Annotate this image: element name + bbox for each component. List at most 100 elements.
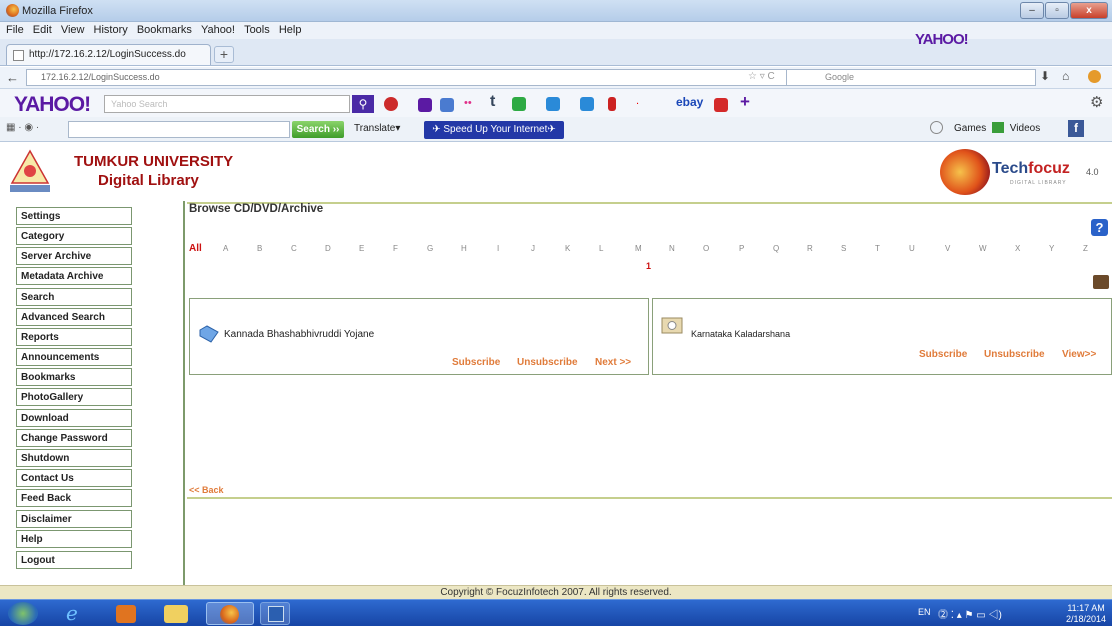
- unsubscribe-link[interactable]: Unsubscribe: [984, 349, 1045, 360]
- media-player-icon[interactable]: [116, 605, 136, 623]
- alpha-v[interactable]: V: [945, 244, 950, 253]
- sidebar-item-settings[interactable]: Settings: [16, 207, 132, 225]
- alpha-w[interactable]: W: [979, 244, 987, 253]
- sidebar-item-disclaimer[interactable]: Disclaimer: [16, 510, 132, 528]
- alpha-i[interactable]: I: [497, 244, 499, 253]
- home-icon[interactable]: [1093, 275, 1109, 289]
- weather-icon[interactable]: [546, 97, 560, 111]
- alpha-e[interactable]: E: [359, 244, 364, 253]
- alpha-d[interactable]: D: [325, 244, 331, 253]
- language-indicator[interactable]: EN: [918, 607, 931, 617]
- view-link[interactable]: View>>: [1062, 349, 1096, 360]
- alpha-t[interactable]: T: [875, 244, 880, 253]
- sidebar-item-announcements[interactable]: Announcements: [16, 348, 132, 366]
- yahoo-search-input[interactable]: Yahoo Search: [104, 95, 350, 113]
- news-icon[interactable]: [384, 97, 398, 111]
- menu-help[interactable]: Help: [279, 22, 302, 39]
- unsubscribe-link[interactable]: Unsubscribe: [517, 357, 578, 368]
- sidebar-item-contact-us[interactable]: Contact Us: [16, 469, 132, 487]
- subscribe-link[interactable]: Subscribe: [452, 357, 500, 368]
- back-link[interactable]: << Back: [189, 485, 224, 495]
- sidebar-item-reports[interactable]: Reports: [16, 328, 132, 346]
- circle-icon[interactable]: [930, 121, 943, 134]
- sports-icon[interactable]: [580, 97, 594, 111]
- web-search-input[interactable]: Google: [786, 69, 1036, 86]
- sidebar-item-change-password[interactable]: Change Password: [16, 429, 132, 447]
- flag-icon[interactable]: ▦ · ◉ ·: [6, 122, 39, 133]
- menu-view[interactable]: View: [61, 22, 85, 39]
- alpha-g[interactable]: G: [427, 244, 433, 253]
- sidebar-item-bookmarks[interactable]: Bookmarks: [16, 368, 132, 386]
- alpha-n[interactable]: N: [669, 244, 675, 253]
- maximize-button[interactable]: ▫: [1045, 2, 1069, 19]
- tray-icons[interactable]: ⓶ ⁚ ▴ ⚑ ▭ ◁): [938, 606, 1002, 621]
- toolbar-search-input[interactable]: [68, 121, 290, 138]
- toolbar-search-button[interactable]: Search ››: [292, 121, 344, 138]
- word-taskbar-button[interactable]: [260, 602, 290, 625]
- tumblr-icon[interactable]: t: [490, 93, 495, 111]
- close-button[interactable]: x: [1070, 2, 1108, 19]
- games-link[interactable]: Games: [954, 123, 986, 134]
- menu-edit[interactable]: Edit: [33, 22, 52, 39]
- alpha-x[interactable]: X: [1015, 244, 1020, 253]
- sidebar-item-photogallery[interactable]: PhotoGallery: [16, 388, 132, 406]
- download-icon[interactable]: ⬇: [1040, 69, 1050, 83]
- yahoo-logo[interactable]: YAHOO!: [14, 93, 91, 117]
- next-link[interactable]: Next >>: [595, 357, 631, 368]
- answers-icon[interactable]: [512, 97, 526, 111]
- firefox-taskbar-button[interactable]: [206, 602, 254, 625]
- letter-m-count[interactable]: 1: [646, 261, 651, 271]
- alpha-s[interactable]: S: [841, 244, 846, 253]
- sidebar-item-logout[interactable]: Logout: [16, 551, 132, 569]
- youtube-icon[interactable]: [714, 98, 728, 112]
- speed-up-button[interactable]: ✈ Speed Up Your Internet✈: [424, 121, 564, 139]
- alpha-m[interactable]: M: [635, 244, 642, 253]
- archive-title[interactable]: Karnataka Kaladarshana: [691, 329, 790, 339]
- flickr-icon[interactable]: ••: [464, 97, 472, 109]
- alpha-f[interactable]: F: [393, 244, 398, 253]
- menu-yahoo[interactable]: Yahoo!: [201, 22, 235, 39]
- videos-link[interactable]: Videos: [1010, 123, 1040, 134]
- alpha-j[interactable]: J: [531, 244, 535, 253]
- bookmark-icon[interactable]: [608, 97, 616, 111]
- system-clock[interactable]: 11:17 AM 2/18/2014: [1066, 603, 1106, 625]
- menu-file[interactable]: File: [6, 22, 24, 39]
- bookmark-star-icon[interactable]: ☆ ▿ C: [748, 71, 775, 82]
- games-videos[interactable]: Games Videos: [954, 122, 1040, 134]
- finance-icon[interactable]: [440, 98, 454, 112]
- yahoo-search-button[interactable]: ⚲: [352, 95, 374, 113]
- minimize-button[interactable]: –: [1020, 2, 1044, 19]
- alpha-h[interactable]: H: [461, 244, 467, 253]
- alpha-all[interactable]: All: [189, 243, 202, 254]
- alpha-a[interactable]: A: [223, 244, 228, 253]
- home-icon[interactable]: ⌂: [1062, 69, 1069, 83]
- tab-login-success[interactable]: http://172.16.2.12/LoginSuccess.do: [6, 44, 211, 65]
- alpha-z[interactable]: Z: [1083, 244, 1088, 253]
- new-tab-button[interactable]: +: [214, 46, 234, 63]
- gear-icon[interactable]: ⚙: [1090, 93, 1103, 111]
- sidebar-item-feed-back[interactable]: Feed Back: [16, 489, 132, 507]
- alpha-r[interactable]: R: [807, 244, 813, 253]
- internet-explorer-icon[interactable]: e: [66, 601, 78, 625]
- menu-history[interactable]: History: [94, 22, 128, 39]
- sidebar-item-advanced-search[interactable]: Advanced Search: [16, 308, 132, 326]
- sidebar-item-server-archive[interactable]: Server Archive: [16, 247, 132, 265]
- sidebar-item-category[interactable]: Category: [16, 227, 132, 245]
- alpha-u[interactable]: U: [909, 244, 915, 253]
- start-button-icon[interactable]: [8, 602, 38, 625]
- alpha-q[interactable]: Q: [773, 244, 779, 253]
- alpha-c[interactable]: C: [291, 244, 297, 253]
- menu-bookmarks[interactable]: Bookmarks: [137, 22, 192, 39]
- translate-button[interactable]: Translate▾: [354, 123, 400, 134]
- alpha-k[interactable]: K: [565, 244, 570, 253]
- subscribe-link[interactable]: Subscribe: [919, 349, 967, 360]
- ebay-link[interactable]: ebay: [676, 95, 703, 109]
- url-input[interactable]: 172.16.2.12/LoginSuccess.do: [26, 69, 866, 86]
- back-arrow-icon[interactable]: ←: [6, 70, 19, 85]
- menu-tools[interactable]: Tools: [244, 22, 270, 39]
- help-icon[interactable]: ?: [1091, 219, 1108, 236]
- alpha-b[interactable]: B: [257, 244, 262, 253]
- alpha-p[interactable]: P: [739, 244, 744, 253]
- sidebar-item-download[interactable]: Download: [16, 409, 132, 427]
- alpha-o[interactable]: O: [703, 244, 709, 253]
